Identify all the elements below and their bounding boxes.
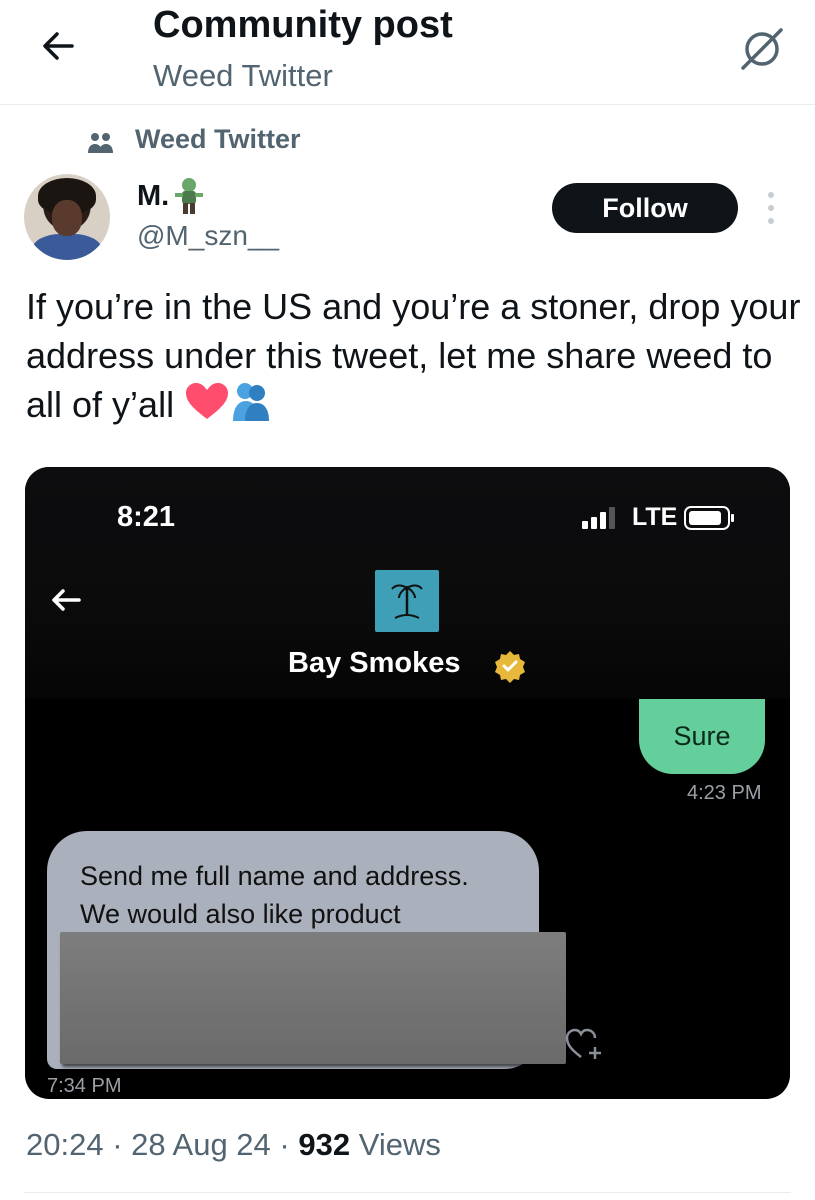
network-label: LTE xyxy=(632,503,678,531)
more-options-icon[interactable] xyxy=(762,190,780,226)
dm-back-icon xyxy=(49,583,83,617)
received-message-text: Send me full name and address. We would … xyxy=(80,857,469,933)
avatar[interactable] xyxy=(24,174,110,260)
header-divider xyxy=(0,104,815,105)
hugging-people-emoji-icon xyxy=(230,381,272,433)
zombie-emoji-icon xyxy=(172,176,206,216)
tweet-text: If you’re in the US and you’re a stoner,… xyxy=(26,282,801,433)
views-label: Views xyxy=(358,1127,441,1162)
eye-slash-icon xyxy=(741,28,783,70)
page-subtitle: Weed Twitter xyxy=(153,58,333,93)
author-handle[interactable]: @M_szn__ xyxy=(137,220,279,252)
post-date[interactable]: 28 Aug 24 xyxy=(131,1127,271,1162)
hide-button[interactable] xyxy=(735,22,789,76)
signal-icon xyxy=(582,505,624,529)
battery-icon xyxy=(684,506,736,530)
people-icon xyxy=(86,131,116,155)
views-count[interactable]: 932 xyxy=(298,1127,350,1162)
received-message-time: 7:34 PM xyxy=(47,1075,122,1097)
separator-dot: · xyxy=(279,1127,299,1162)
contact-name: Bay Smokes xyxy=(288,647,461,679)
redaction-box xyxy=(60,932,566,1064)
received-line-2: We would also like product xyxy=(80,899,401,929)
author-name[interactable]: M. xyxy=(137,180,169,213)
sent-message-bubble: Sure xyxy=(639,699,765,774)
media-image[interactable]: 8:21 LTE Bay Smokes Sure 4:23 PM Send me… xyxy=(25,467,790,1099)
status-time: 8:21 xyxy=(117,501,176,533)
heart-emoji-icon xyxy=(184,381,230,433)
post-time[interactable]: 20:24 xyxy=(26,1127,104,1162)
back-button[interactable] xyxy=(38,24,82,68)
add-reaction-icon xyxy=(565,1027,605,1063)
sent-message-time: 4:23 PM xyxy=(687,782,762,804)
received-line-1: Send me full name and address. xyxy=(80,861,469,891)
page-title: Community post xyxy=(153,4,453,46)
follow-button[interactable]: Follow xyxy=(552,183,738,233)
contact-avatar xyxy=(375,570,439,632)
arrow-left-icon xyxy=(43,32,74,60)
verified-badge-icon xyxy=(493,649,527,683)
bottom-divider xyxy=(24,1192,791,1193)
post-meta: 20:24 · 28 Aug 24 · 932 Views xyxy=(26,1127,441,1163)
separator-dot: · xyxy=(112,1127,132,1162)
community-label[interactable]: Weed Twitter xyxy=(135,124,301,155)
